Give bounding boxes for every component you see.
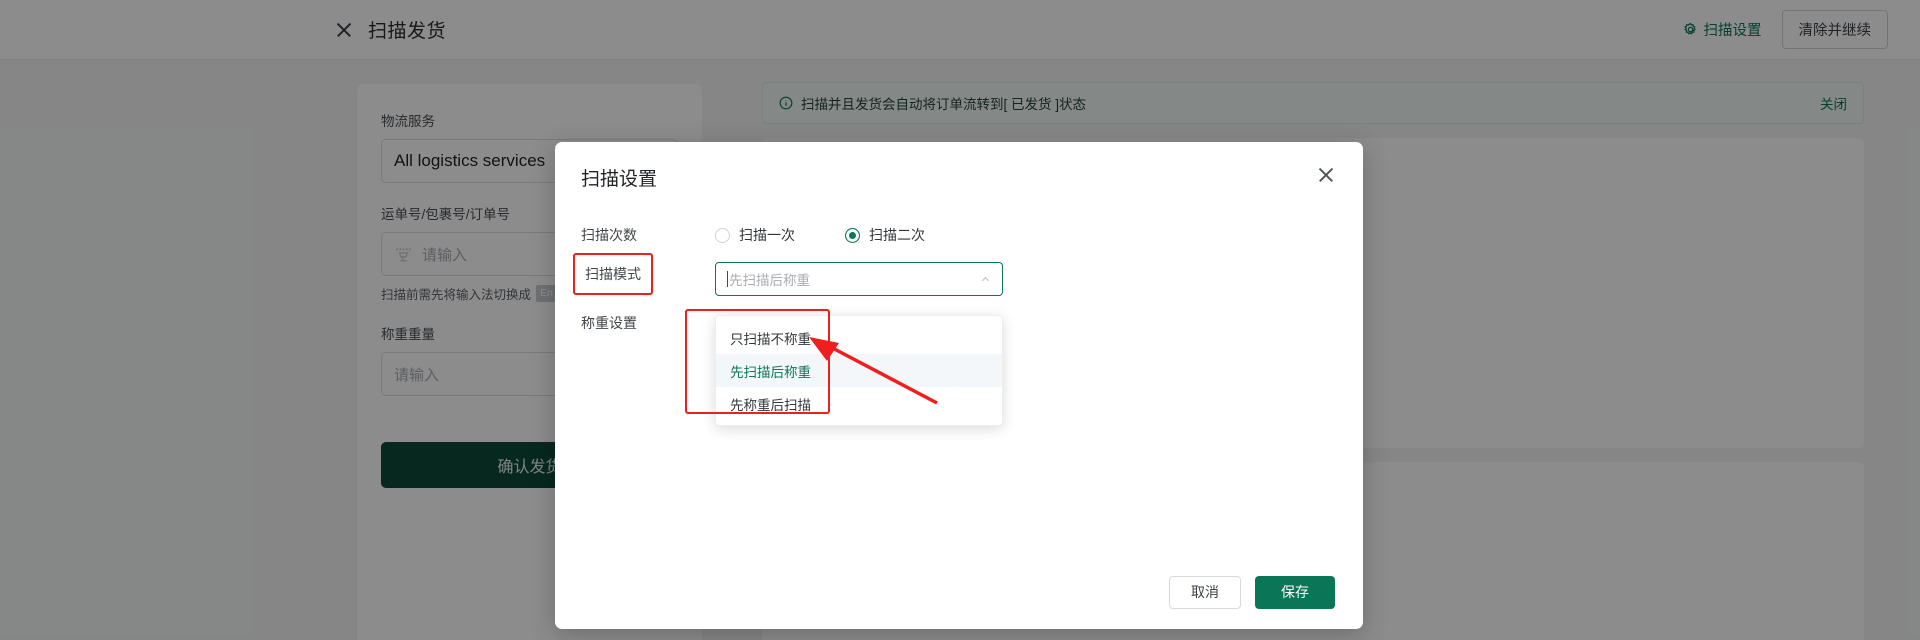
scan-count-row: 扫描次数 扫描一次 扫描二次: [581, 213, 1337, 257]
radio-dot-icon: [715, 227, 730, 243]
modal-footer: 取消 保存: [555, 555, 1363, 629]
dropdown-option-scan-only[interactable]: 只扫描不称重: [716, 321, 1002, 354]
radio-scan-twice-label: 扫描二次: [869, 227, 925, 243]
modal-close-icon[interactable]: [1315, 164, 1337, 186]
modal-header: 扫描设置: [555, 142, 1363, 191]
radio-scan-twice[interactable]: 扫描二次: [845, 225, 925, 245]
scan-count-radio-group: 扫描一次 扫描二次: [715, 225, 925, 245]
radio-scan-once[interactable]: 扫描一次: [715, 225, 795, 245]
scan-settings-modal: 扫描设置 扫描次数 扫描一次 扫描二次 扫描模式 先扫描后称重 称重设置 只扫描…: [555, 142, 1363, 629]
scan-mode-row: 扫描模式 先扫描后称重: [573, 253, 1337, 301]
dropdown-option-weigh-then-scan[interactable]: 先称重后扫描: [716, 387, 1002, 420]
modal-body: 扫描次数 扫描一次 扫描二次 扫描模式 先扫描后称重 称重设置 只扫描不称重 先…: [555, 191, 1363, 426]
modal-title: 扫描设置: [581, 169, 658, 190]
weigh-settings-label: 称重设置: [581, 315, 637, 331]
app-root: 扫描发货 扫描设置 清除并继续 物流服务 All logistics servi…: [0, 0, 1920, 640]
radio-scan-once-label: 扫描一次: [739, 227, 795, 243]
scan-mode-select-value: 先扫描后称重: [729, 273, 810, 288]
save-button[interactable]: 保存: [1255, 575, 1335, 609]
chevron-up-icon: [981, 276, 990, 281]
scan-mode-label: 扫描模式: [573, 253, 653, 295]
radio-dot-selected-icon: [845, 227, 860, 243]
scan-count-label: 扫描次数: [581, 227, 637, 243]
scan-mode-dropdown: 只扫描不称重 先扫描后称重 先称重后扫描: [715, 315, 1003, 426]
text-caret: [727, 271, 728, 287]
dropdown-option-scan-then-weigh[interactable]: 先扫描后称重: [716, 354, 1002, 387]
cancel-button[interactable]: 取消: [1169, 575, 1241, 609]
scan-mode-select[interactable]: 先扫描后称重: [715, 262, 1003, 296]
